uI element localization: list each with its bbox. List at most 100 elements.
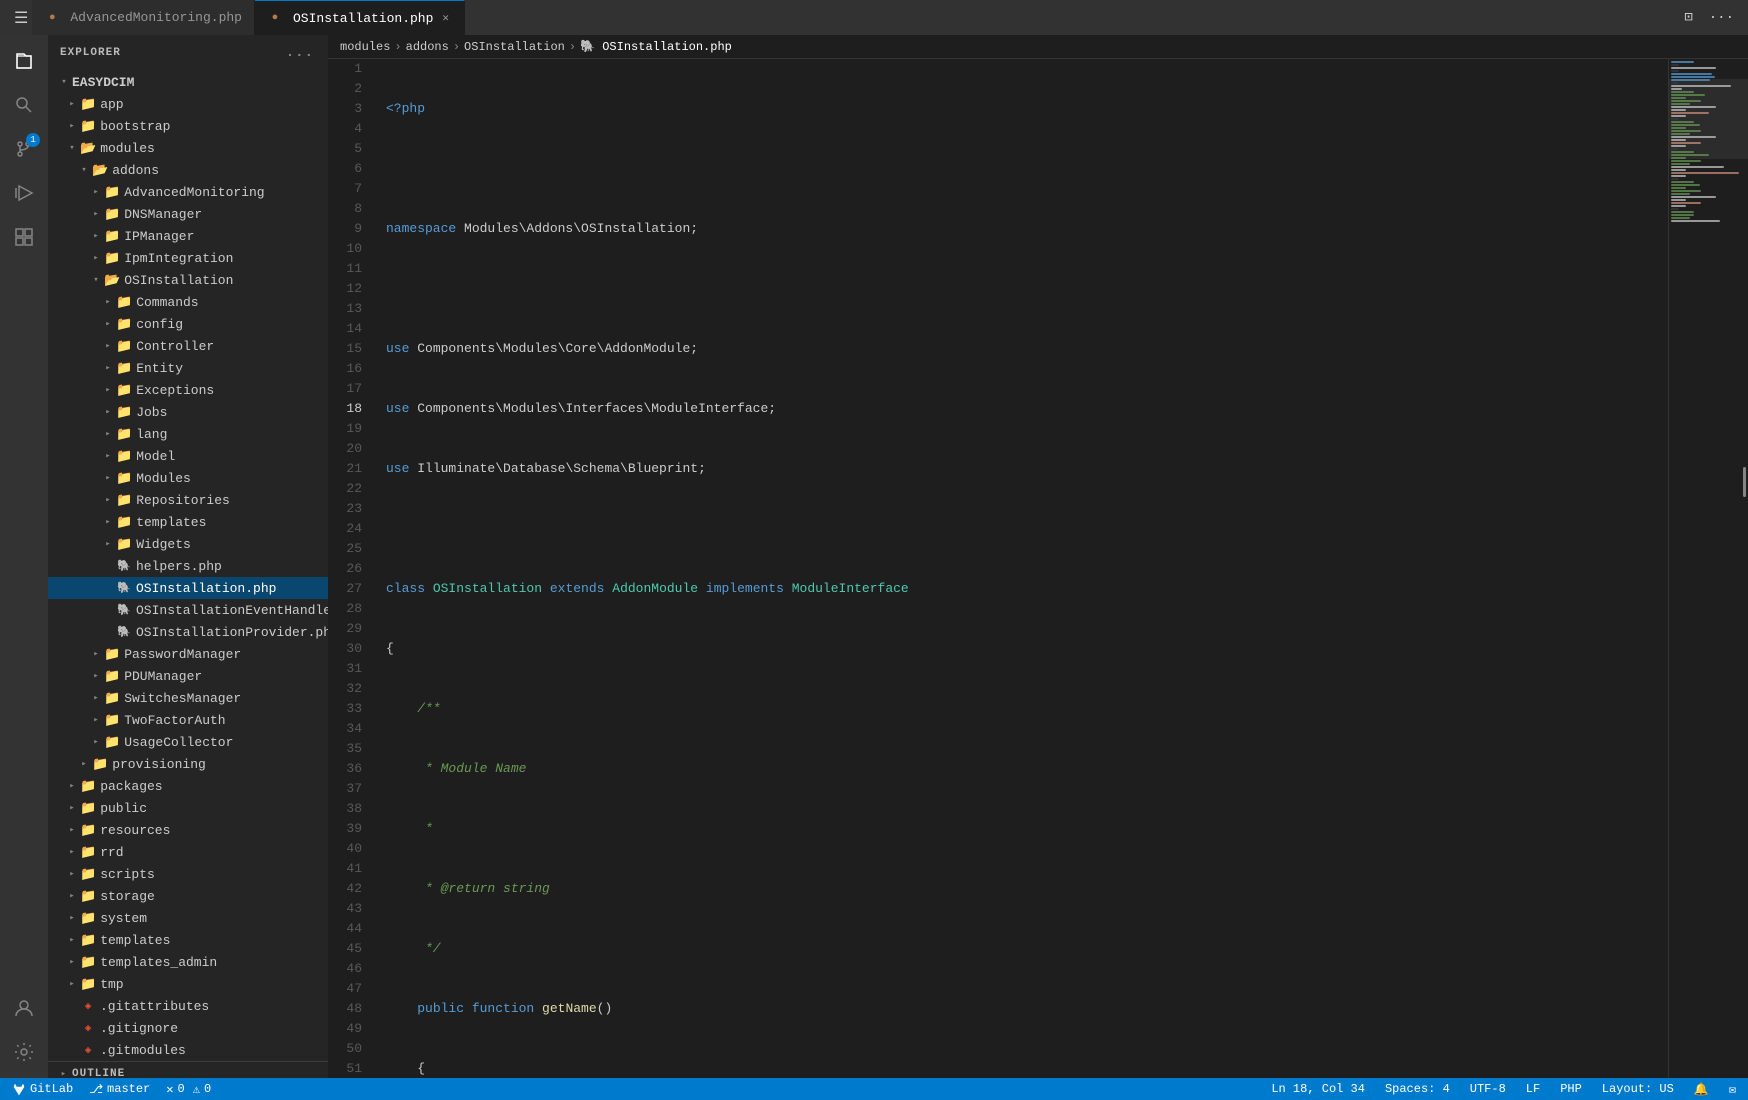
sidebar-item-gitmodules[interactable]: ◈ .gitmodules: [48, 1039, 328, 1061]
sidebar-item-bootstrap[interactable]: 📁 bootstrap: [48, 115, 328, 137]
activity-account[interactable]: [6, 990, 42, 1026]
sidebar-item-storage[interactable]: 📁 storage: [48, 885, 328, 907]
sidebar-item-commands[interactable]: 📁 Commands: [48, 291, 328, 313]
sidebar-item-twofa[interactable]: 📁 TwoFactorAuth: [48, 709, 328, 731]
code-line-6: use Components\Modules\Interfaces\Module…: [386, 399, 1660, 419]
sidebar-item-modules[interactable]: 📂 modules: [48, 137, 328, 159]
sidebar-item-dns[interactable]: 📁 DNSManager: [48, 203, 328, 225]
status-git-branch[interactable]: ⎇ master: [85, 1082, 154, 1097]
tab-close-button[interactable]: ✕: [439, 10, 452, 26]
sidebar-item-templates-admin[interactable]: 📁 templates_admin: [48, 951, 328, 973]
activity-extensions[interactable]: [6, 219, 42, 255]
sidebar-item-lang[interactable]: 📁 lang: [48, 423, 328, 445]
sidebar-item-label-easydcim: EASYDCIM: [72, 75, 134, 90]
sidebar-item-gitattributes[interactable]: ◈ .gitattributes: [48, 995, 328, 1017]
sidebar-item-templates-root[interactable]: 📁 templates: [48, 929, 328, 951]
sidebar-item-osinstallation-folder[interactable]: 📂 OSInstallation: [48, 269, 328, 291]
ln-34: 34: [336, 719, 362, 739]
minimap-line: [1671, 166, 1724, 168]
sidebar-item-resources[interactable]: 📁 resources: [48, 819, 328, 841]
sidebar-item-templates-sub[interactable]: 📁 templates: [48, 511, 328, 533]
status-feedback[interactable]: ✉: [1725, 1082, 1740, 1097]
ln-3: 3: [336, 99, 362, 119]
ln-31: 31: [336, 659, 362, 679]
sidebar-item-label-model: Model: [136, 449, 175, 464]
ln-8: 8: [336, 199, 362, 219]
status-errors[interactable]: ✕ 0 ⚠ 0: [162, 1082, 215, 1097]
sidebar-item-modules-sub[interactable]: 📁 Modules: [48, 467, 328, 489]
status-spaces[interactable]: Spaces: 4: [1381, 1082, 1454, 1096]
activity-search[interactable]: [6, 87, 42, 123]
sidebar-content[interactable]: EASYDCIM 📁 app 📁 bootstrap 📂 modules: [48, 71, 328, 1078]
sidebar-item-osinstallation-file[interactable]: 🐘 OSInstallation.php: [48, 577, 328, 599]
menu-icon[interactable]: ☰: [10, 4, 32, 32]
sidebar-item-pwmgr[interactable]: 📁 PasswordManager: [48, 643, 328, 665]
status-position[interactable]: Ln 18, Col 34: [1267, 1082, 1369, 1096]
sidebar-item-pdumgr[interactable]: 📁 PDUManager: [48, 665, 328, 687]
sidebar-item-provider[interactable]: 🐘 OSInstallationProvider.php: [48, 621, 328, 643]
code-line-14: * @return string: [386, 879, 1660, 899]
sidebar-item-exceptions[interactable]: 📁 Exceptions: [48, 379, 328, 401]
sidebar-item-easydcim[interactable]: EASYDCIM: [48, 71, 328, 93]
editor-content[interactable]: 1 2 3 4 5 6 7 8 9 10 11 12 13 14 15 16 1: [328, 59, 1748, 1078]
sidebar-item-widgets[interactable]: 📁 Widgets: [48, 533, 328, 555]
sidebar-item-label-tpl-sub: templates: [136, 515, 206, 530]
sidebar-item-ipm[interactable]: 📁 IPManager: [48, 225, 328, 247]
ln-21: 21: [336, 459, 362, 479]
sidebar-item-provisioning[interactable]: 📁 provisioning: [48, 753, 328, 775]
sidebar-item-usage[interactable]: 📁 UsageCollector: [48, 731, 328, 753]
sidebar-item-app[interactable]: 📁 app: [48, 93, 328, 115]
tree-arrow-entity: [100, 360, 116, 376]
activity-source-control[interactable]: 1: [6, 131, 42, 167]
sidebar-item-repositories[interactable]: 📁 Repositories: [48, 489, 328, 511]
breadcrumb-osinstallation[interactable]: OSInstallation: [464, 40, 565, 54]
sidebar-item-ipmint[interactable]: 📁 IpmIntegration: [48, 247, 328, 269]
tab-advanced-monitoring[interactable]: ● AdvancedMonitoring.php: [32, 0, 255, 35]
activity-bar: 1: [0, 35, 48, 1078]
ln-28: 28: [336, 599, 362, 619]
breadcrumb-addons[interactable]: addons: [406, 40, 449, 54]
sidebar-item-system[interactable]: 📁 system: [48, 907, 328, 929]
sidebar-item-controller[interactable]: 📁 Controller: [48, 335, 328, 357]
status-bell[interactable]: 🔔: [1690, 1082, 1713, 1097]
ln-42: 42: [336, 879, 362, 899]
status-gitlab[interactable]: GitLab: [8, 1082, 77, 1096]
sidebar-item-jobs[interactable]: 📁 Jobs: [48, 401, 328, 423]
sidebar-item-addons[interactable]: 📂 addons: [48, 159, 328, 181]
sidebar-item-rrd[interactable]: 📁 rrd: [48, 841, 328, 863]
sidebar-item-entity[interactable]: 📁 Entity: [48, 357, 328, 379]
sidebar-item-switchmgr[interactable]: 📁 SwitchesManager: [48, 687, 328, 709]
breadcrumb-modules[interactable]: modules: [340, 40, 390, 54]
folder-icon-model: 📁: [116, 449, 132, 464]
activity-settings[interactable]: [6, 1034, 42, 1070]
activity-run[interactable]: [6, 175, 42, 211]
sidebar-item-model[interactable]: 📁 Model: [48, 445, 328, 467]
status-encoding[interactable]: UTF-8: [1466, 1082, 1510, 1096]
split-editor-button[interactable]: ⊡: [1680, 5, 1696, 30]
status-layout[interactable]: Layout: US: [1598, 1082, 1678, 1096]
folder-icon-ipm: 📁: [104, 229, 120, 244]
sidebar-item-label-provider: OSInstallationProvider.php: [136, 625, 328, 640]
code-line-17: {: [386, 1059, 1660, 1078]
tab-osinstallation[interactable]: ● OSInstallation.php ✕: [255, 0, 465, 35]
sidebar-item-tmp[interactable]: 📁 tmp: [48, 973, 328, 995]
sidebar-item-public[interactable]: 📁 public: [48, 797, 328, 819]
status-eol[interactable]: LF: [1522, 1082, 1544, 1096]
sidebar-item-gitignore[interactable]: ◈ .gitignore: [48, 1017, 328, 1039]
code-line-10: {: [386, 639, 1660, 659]
more-actions-button[interactable]: ···: [1705, 6, 1738, 30]
sidebar-item-advanced-monitoring[interactable]: 📁 AdvancedMonitoring: [48, 181, 328, 203]
sidebar-item-event-handler[interactable]: 🐘 OSInstallationEventHandler.php: [48, 599, 328, 621]
activity-explorer[interactable]: [6, 43, 42, 79]
status-language[interactable]: PHP: [1556, 1082, 1586, 1096]
sidebar-item-scripts[interactable]: 📁 scripts: [48, 863, 328, 885]
title-bar-left: ☰: [10, 4, 32, 32]
sidebar-item-helpers[interactable]: 🐘 helpers.php: [48, 555, 328, 577]
sidebar-more-icon[interactable]: ...: [284, 43, 316, 63]
sidebar-item-packages[interactable]: 📁 packages: [48, 775, 328, 797]
language-label: PHP: [1560, 1082, 1582, 1096]
code-area[interactable]: <?php namespace Modules\Addons\OSInstall…: [378, 59, 1668, 1078]
outline-header[interactable]: OUTLINE: [48, 1062, 328, 1078]
breadcrumb-file[interactable]: 🐘 OSInstallation.php: [580, 39, 732, 54]
sidebar-item-config[interactable]: 📁 config: [48, 313, 328, 335]
